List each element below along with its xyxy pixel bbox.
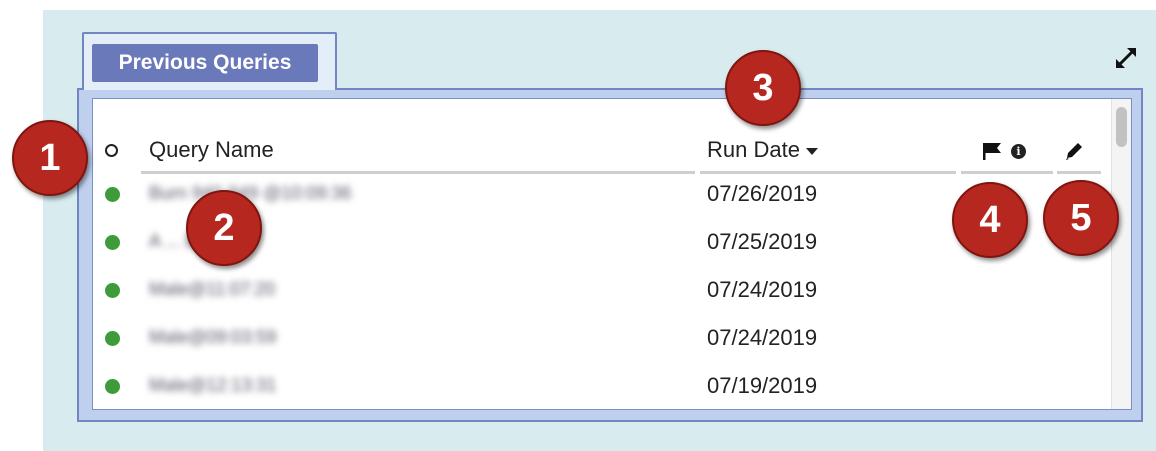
vertical-scrollbar[interactable] (1111, 99, 1131, 409)
status-dot (105, 283, 120, 298)
flag-icon[interactable] (982, 142, 1002, 160)
status-dot (105, 379, 120, 394)
run-date: 07/24/2019 (707, 277, 818, 302)
table-row[interactable]: Male@11:07:20 07/24/2019 (93, 269, 1113, 316)
run-date: 07/25/2019 (707, 229, 818, 254)
pencil-icon[interactable] (1063, 140, 1085, 162)
status-dot (105, 187, 120, 202)
previous-queries-tab[interactable]: Previous Queries (82, 32, 337, 90)
run-date: 07/24/2019 (707, 325, 818, 350)
callout-badge-5: 5 (1043, 180, 1119, 256)
info-icon[interactable]: i (1011, 144, 1026, 159)
status-dot (105, 235, 120, 250)
callout-badge-4: 4 (952, 182, 1028, 258)
query-name: Male@11:07:20 (149, 279, 276, 299)
run-date-label: Run Date (707, 137, 800, 162)
query-name: Male@09:03:59 (149, 327, 277, 347)
sort-caret-icon (805, 147, 818, 155)
expand-icon[interactable] (1113, 45, 1139, 71)
callout-badge-2: 2 (186, 190, 262, 266)
table-row[interactable]: Male@09:03:59 07/24/2019 (93, 317, 1113, 364)
query-name-header[interactable]: Query Name (149, 137, 274, 163)
table-header: Query Name Run Date i (93, 99, 1113, 174)
callout-badge-1: 1 (12, 120, 88, 196)
run-date-header[interactable]: Run Date (707, 137, 818, 163)
select-all-radio[interactable] (105, 144, 118, 157)
scrollbar-thumb[interactable] (1116, 107, 1127, 147)
status-dot (105, 331, 120, 346)
run-date: 07/26/2019 (707, 181, 818, 206)
query-name: Male@12:13:31 (149, 375, 277, 395)
table-row[interactable]: Male@12:13:31 07/19/2019 (93, 365, 1113, 409)
run-date: 07/19/2019 (707, 373, 818, 398)
tab-label: Previous Queries (92, 44, 318, 82)
callout-badge-3: 3 (725, 50, 801, 126)
